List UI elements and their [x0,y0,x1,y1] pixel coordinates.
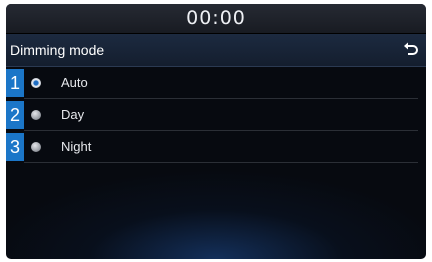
radio-unselected-icon[interactable] [31,110,41,120]
clock: 00:00 [186,7,246,29]
divider [24,162,418,163]
figure-frame: 00:00 Dimming mode 1 Auto 2 Day 3 Night [0,0,432,262]
title-bar: Dimming mode [6,34,426,67]
page-title: Dimming mode [10,42,105,58]
back-button[interactable] [398,36,424,62]
dimming-options-list: 1 Auto 2 Day 3 Night [6,67,426,163]
callout-number: 3 [6,133,24,161]
option-night[interactable]: 3 Night [6,131,426,163]
radio-unselected-icon[interactable] [31,142,41,152]
option-label: Day [61,107,85,122]
back-arrow-icon [404,42,418,55]
option-day[interactable]: 2 Day [6,99,426,131]
option-label: Night [61,139,92,154]
option-auto[interactable]: 1 Auto [6,67,426,99]
status-bar: 00:00 [6,4,426,34]
callout-number: 2 [6,101,24,129]
radio-selected-icon[interactable] [31,78,41,88]
display-screen: 00:00 Dimming mode 1 Auto 2 Day 3 Night [6,4,426,259]
callout-number: 1 [6,69,24,97]
option-label: Auto [61,75,88,90]
